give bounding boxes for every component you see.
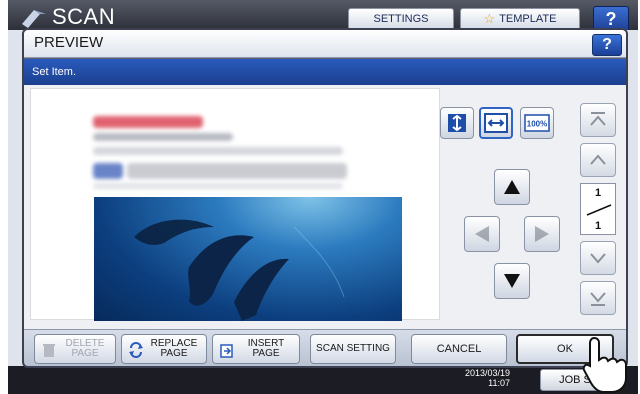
dialog-help-button[interactable]: ? [592,34,622,56]
scroll-right-button[interactable] [524,216,560,252]
settings-label: SETTINGS [373,13,429,25]
help-label: ? [605,8,617,29]
insert-label-2: PAGE [252,348,280,359]
chevron-last-icon [590,292,606,306]
scroll-left-button[interactable] [464,216,500,252]
dialog-title: PREVIEW [34,34,104,51]
zoom-100-text: 100% [527,120,547,129]
zoom-100-icon: 100% [524,114,550,132]
copier-screen: SCAN SETTINGS ☆ TEMPLATE ? 2013/03/19 11… [8,0,638,394]
blurred-caption [127,163,347,179]
first-page-button[interactable] [580,103,616,137]
trash-icon [43,344,55,357]
scan-setting-button[interactable]: SCAN SETTING [310,334,396,364]
cancel-button[interactable]: CANCEL [411,334,507,364]
page-indicator: 1 1 [580,183,616,235]
star-icon: ☆ [483,11,496,26]
next-page-button[interactable] [580,241,616,275]
chevron-up-icon [590,154,606,165]
fit-page-button[interactable] [440,107,474,139]
insert-page-icon [220,344,233,358]
settings-button[interactable]: SETTINGS [348,8,454,30]
zoom-100-button[interactable]: 100% [520,107,554,139]
dialog-titlebar: PREVIEW ? [24,30,626,58]
previous-page-button[interactable] [580,143,616,177]
screen-title: SCAN [52,4,116,29]
triangle-up-icon [504,180,520,194]
delete-label-2: PAGE [71,348,99,359]
message-bar: Set Item. [24,59,626,85]
scroll-down-button[interactable] [494,263,530,299]
fit-page-icon [448,114,466,132]
fit-width-icon [484,113,508,133]
triangle-down-icon [504,274,520,288]
date-time-display: 2013/03/19 11:07 [460,368,510,388]
last-page-button[interactable] [580,281,616,315]
replace-page-button[interactable]: REPLACE PAGE [121,334,207,364]
blurred-line-2 [93,183,343,189]
triangle-right-icon [535,226,549,242]
time-text: 11:07 [488,378,510,388]
chevron-first-icon [590,112,606,126]
chevron-down-icon [590,253,606,264]
triangle-left-icon [475,226,489,242]
dialog-help-label: ? [602,36,612,53]
blurred-heading [93,116,203,128]
preview-image [30,88,440,321]
blurred-logo [93,163,123,179]
preview-dialog: PREVIEW ? Set Item. 100% 1 1 DELETE PAGE… [22,28,628,368]
replace-icon [129,342,143,358]
blurred-subheading [93,133,233,141]
ok-label: OK [557,343,573,355]
date-text: 2013/03/19 [464,368,510,378]
message-text: Set Item. [32,66,77,78]
dolphins-illustration [134,219,345,321]
template-label: TEMPLATE [499,13,557,25]
dialog-body: 100% 1 1 [24,85,626,329]
main-header: SCAN SETTINGS ☆ TEMPLATE ? [8,0,638,32]
replace-label-2: PAGE [160,348,188,359]
page-slash-icon [586,204,612,216]
scroll-up-button[interactable] [494,169,530,205]
page-current: 1 [595,187,602,199]
dialog-footer: DELETE PAGE REPLACE PAGE INSERT PAGE SCA… [24,329,626,366]
fit-width-button[interactable] [479,107,513,139]
blurred-text-line [93,147,343,155]
template-button[interactable]: ☆ TEMPLATE [460,8,580,30]
delete-page-button[interactable]: DELETE PAGE [34,334,116,364]
scanner-icon [22,10,46,28]
page-total: 1 [595,220,602,232]
scan-setting-label: SCAN SETTING [316,343,390,354]
dolphin-photo [94,197,402,321]
cancel-label: CANCEL [436,343,482,355]
hand-pointer-icon [582,336,627,393]
insert-page-button[interactable]: INSERT PAGE [212,334,300,364]
